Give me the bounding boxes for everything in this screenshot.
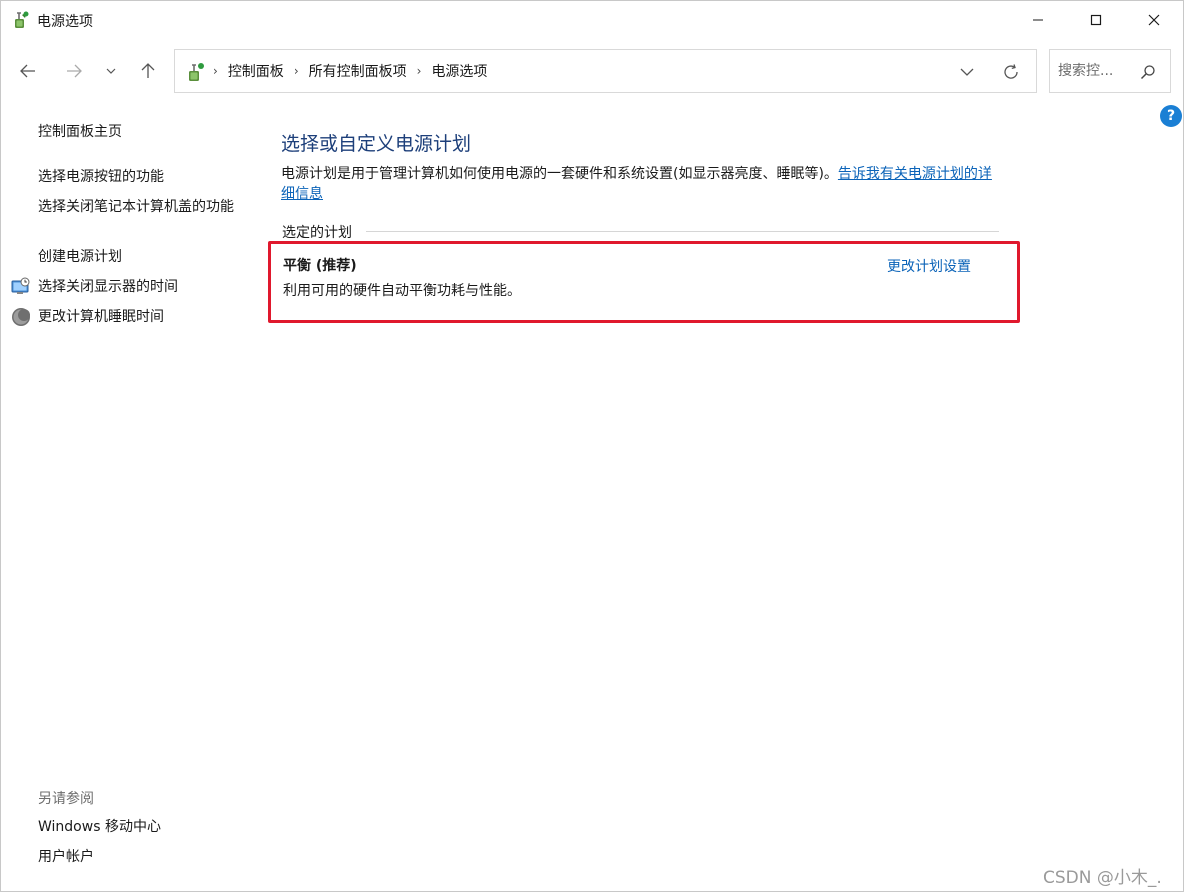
close-button[interactable] [1125, 1, 1183, 39]
plan-description: 利用可用的硬件自动平衡功耗与性能。 [283, 283, 521, 299]
breadcrumb: › 控制面板 › 所有控制面板项 › 电源选项 [213, 50, 487, 92]
sidebar-item-display-off-time[interactable]: 选择关闭显示器的时间 [38, 277, 178, 297]
window-title: 电源选项 [37, 14, 93, 30]
breadcrumb-separator-icon[interactable]: › [417, 64, 422, 78]
description-text: 电源计划是用于管理计算机如何使用电源的一套硬件和系统设置(如显示器亮度、睡眠等)… [281, 166, 838, 182]
selected-plan-heading: 选定的计划 [282, 222, 358, 242]
sidebar-item-lid-close[interactable]: 选择关闭笔记本计算机盖的功能 [38, 197, 243, 217]
search-input[interactable] [1058, 61, 1136, 81]
up-arrow-icon [141, 63, 155, 78]
address-history-button[interactable] [955, 60, 979, 84]
sidebar-item-sleep-time[interactable]: 更改计算机睡眠时间 [38, 307, 164, 327]
plan-name: 平衡 (推荐) [283, 258, 357, 274]
sidebar-item-create-plan[interactable]: 创建电源计划 [38, 247, 122, 267]
forward-button[interactable] [60, 57, 88, 85]
breadcrumb-separator-icon[interactable]: › [213, 64, 218, 78]
page-description: 电源计划是用于管理计算机如何使用电源的一套硬件和系统设置(如显示器亮度、睡眠等)… [281, 164, 1001, 204]
breadcrumb-all-items[interactable]: 所有控制面板项 [309, 61, 407, 81]
moon-icon [12, 308, 30, 326]
see-also-mobility-center[interactable]: Windows 移动中心 [38, 817, 161, 837]
monitor-clock-icon [11, 277, 30, 294]
address-bar[interactable]: › 控制面板 › 所有控制面板项 › 电源选项 [174, 49, 1037, 93]
minimize-icon [1033, 19, 1043, 21]
up-button[interactable] [134, 57, 162, 85]
refresh-button[interactable] [999, 60, 1023, 84]
breadcrumb-power-options[interactable]: 电源选项 [431, 61, 487, 81]
breadcrumb-control-panel[interactable]: 控制面板 [228, 61, 284, 81]
maximize-button[interactable] [1067, 1, 1125, 39]
breadcrumb-separator-icon[interactable]: › [294, 64, 299, 78]
section-divider [366, 231, 999, 232]
control-panel-icon [189, 63, 204, 81]
minimize-button[interactable] [1009, 1, 1067, 39]
search-button[interactable] [1138, 62, 1158, 82]
sidebar-control-panel-home[interactable]: 控制面板主页 [38, 122, 122, 142]
maximize-icon [1090, 14, 1102, 26]
recent-locations-button[interactable] [99, 57, 123, 85]
navigation-bar: › 控制面板 › 所有控制面板项 › 电源选项 [1, 45, 1183, 97]
page-title: 选择或自定义电源计划 [281, 133, 472, 155]
change-plan-settings-link[interactable]: 更改计划设置 [887, 256, 971, 276]
title-bar: 电源选项 [1, 1, 1183, 39]
close-icon [1148, 14, 1160, 26]
search-box[interactable] [1049, 49, 1171, 93]
search-icon [1140, 65, 1155, 80]
see-also-heading: 另请参阅 [38, 791, 94, 807]
sidebar-item-power-button[interactable]: 选择电源按钮的功能 [38, 167, 164, 187]
chevron-down-icon [960, 68, 974, 76]
forward-arrow-icon [67, 64, 82, 78]
chevron-down-icon [106, 68, 116, 74]
back-arrow-icon [20, 64, 35, 78]
power-options-window: 电源选项 › 控制面板 › 所有控制面板项 › 电源选项 搜索控... ? 控制… [0, 0, 1184, 892]
help-icon[interactable]: ? [1160, 105, 1182, 127]
see-also-user-accounts[interactable]: 用户帐户 [38, 847, 94, 867]
power-options-app-icon [15, 11, 29, 28]
back-button[interactable] [14, 57, 42, 85]
refresh-icon [1004, 64, 1018, 79]
watermark: CSDN @小木_. [1043, 868, 1162, 888]
